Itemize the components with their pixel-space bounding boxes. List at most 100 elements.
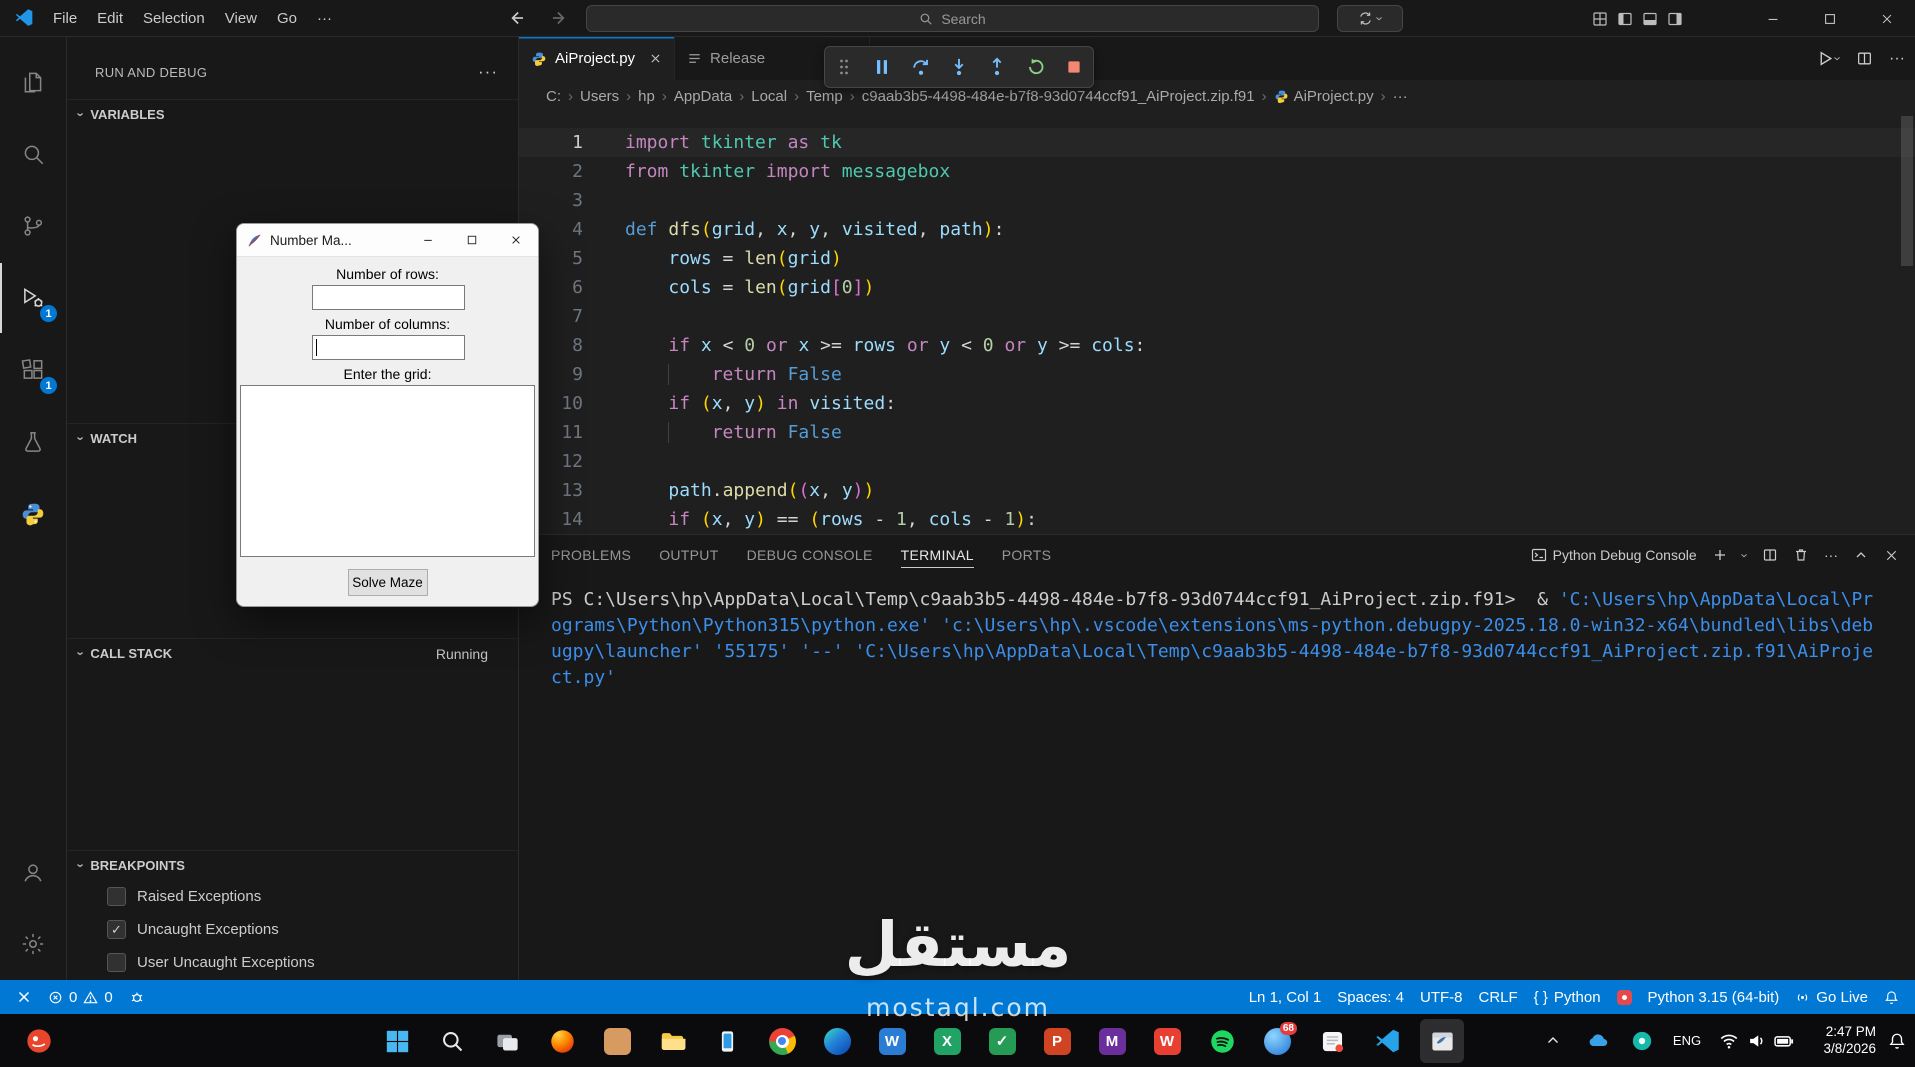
tray-language[interactable]: ENG [1668,1014,1706,1067]
remote-indicator[interactable] [8,980,40,1014]
activity-accounts[interactable] [0,837,66,907]
tab-problems[interactable]: PROBLEMS [537,535,645,575]
taskbar-file-explorer[interactable] [650,1019,694,1063]
taskbar-chrome[interactable] [760,1019,804,1063]
problems-status[interactable]: 0 0 [40,980,121,1014]
code-editor[interactable]: 1 import tkinter as tk 2 from tkinter impor… [519,112,1915,534]
drag-handle-icon[interactable] [828,51,860,83]
tab-ports[interactable]: PORTS [988,535,1065,575]
activity-explorer[interactable] [0,47,66,117]
close-panel-icon[interactable] [1884,548,1899,563]
cursor-position[interactable]: Ln 1, Col 1 [1241,980,1330,1014]
tray-battery-icon[interactable] [1770,1014,1798,1067]
editor-scrollbar[interactable] [1901,116,1913,266]
customize-layout-icon[interactable] [1592,11,1608,27]
rows-input[interactable] [312,285,465,310]
taskbar-notes[interactable] [1310,1019,1354,1063]
toggle-panel-icon[interactable] [1642,11,1658,27]
menu-edit[interactable]: Edit [88,7,132,30]
eol-setting[interactable]: CRLF [1470,980,1525,1014]
run-button[interactable]: › [1817,50,1845,67]
dialog-maximize-button[interactable] [450,224,494,256]
code-line[interactable]: 14 if (x, y) == (rows - 1, cols - 1): [519,505,1915,534]
chevron-down-icon[interactable]: › [1737,553,1752,557]
code-line[interactable]: 4 def dfs(grid, x, y, visited, path): [519,215,1915,244]
tray-wifi-icon[interactable] [1716,1014,1742,1067]
activity-python[interactable] [0,479,66,549]
code-line[interactable]: 5 rows = len(grid) [519,244,1915,273]
taskbar-firefox[interactable] [540,1019,584,1063]
section-call-stack[interactable]: › CALL STACK Running [67,638,518,668]
panel-more-button[interactable]: ··· [1824,547,1838,563]
taskbar-excel[interactable]: X [925,1019,969,1063]
breadcrumb-item[interactable]: ··· [1393,88,1408,105]
code-line[interactable]: 12 [519,447,1915,476]
extension-status-icon[interactable] [1609,980,1640,1014]
tab-debug-console[interactable]: DEBUG CONSOLE [733,535,887,575]
tray-teal-app-icon[interactable] [1628,1014,1656,1067]
taskbar-tkinter-app[interactable] [1420,1019,1464,1063]
grid-textarea[interactable] [240,385,535,557]
breadcrumb-item[interactable]: Local [751,88,787,105]
taskbar-wps[interactable]: W [1145,1019,1189,1063]
pause-button[interactable] [866,51,898,83]
new-terminal-button[interactable] [1712,547,1728,563]
dialog-minimize-button[interactable] [406,224,450,256]
breadcrumb-item[interactable]: hp [638,88,655,105]
taskbar-powerpoint[interactable]: P [1035,1019,1079,1063]
tab-aiproject[interactable]: AiProject.py [519,37,676,80]
more-actions-button[interactable]: ··· [1889,50,1905,68]
breadcrumb-item[interactable]: Users [580,88,619,105]
kill-terminal-icon[interactable] [1793,547,1809,563]
activity-source-control[interactable] [0,191,66,261]
restart-button[interactable] [1020,51,1052,83]
taskbar-phone-link[interactable] [705,1019,749,1063]
console-selector[interactable]: Python Debug Console [1531,547,1697,563]
checkbox[interactable] [107,920,126,939]
language-mode[interactable]: { } Python [1526,980,1609,1014]
taskbar-m365[interactable]: M [1090,1019,1134,1063]
taskbar-todo[interactable]: ✓ [980,1019,1024,1063]
code-line[interactable]: 3 [519,186,1915,215]
widgets-icon[interactable] [22,1014,56,1067]
taskbar-word[interactable]: W [870,1019,914,1063]
taskbar-app-tan[interactable] [595,1019,639,1063]
taskbar-spotify[interactable] [1200,1019,1244,1063]
stop-button[interactable] [1058,51,1090,83]
toggle-sidebar-icon[interactable] [1617,11,1633,27]
taskbar-vscode[interactable] [1365,1019,1409,1063]
tray-chevron-up-icon[interactable] [1540,1014,1566,1067]
activity-settings[interactable] [0,909,66,979]
section-variables[interactable]: › VARIABLES [67,99,518,129]
tab-output[interactable]: OUTPUT [645,535,732,575]
split-terminal-icon[interactable] [1762,547,1778,563]
checkbox[interactable] [107,953,126,972]
columns-input[interactable] [312,335,465,360]
taskbar-search[interactable] [430,1019,474,1063]
menu-selection[interactable]: Selection [134,7,214,30]
dialog-titlebar[interactable]: Number Ma... [237,224,538,257]
dialog-close-button[interactable] [494,224,538,256]
tray-volume-icon[interactable] [1744,1014,1770,1067]
tray-onedrive-icon[interactable] [1584,1014,1612,1067]
search-box[interactable]: Search [586,5,1319,32]
terminal[interactable]: PS C:\Users\hp\AppData\Local\Temp\c9aab3… [551,587,1907,691]
taskbar-start[interactable] [375,1019,419,1063]
tab-close-icon[interactable] [649,52,662,65]
maximize-button[interactable] [1801,0,1858,37]
breadcrumb-item[interactable]: c9aab3b5-4498-484e-b7f8-93d0744ccf91_AiP… [862,88,1255,105]
activity-search[interactable] [0,119,66,189]
tab-terminal[interactable]: TERMINAL [887,535,988,575]
solve-maze-button[interactable]: Solve Maze [347,569,428,596]
code-line[interactable]: 2 from tkinter import messagebox [519,157,1915,186]
tray-notification-bell-icon[interactable] [1884,1014,1910,1067]
tray-clock[interactable]: 2:47 PM 3/8/2026 [1800,1023,1876,1057]
notifications-bell[interactable] [1876,980,1907,1014]
encoding-setting[interactable]: UTF-8 [1412,980,1471,1014]
forward-button[interactable] [548,7,570,29]
sync-dropdown[interactable]: › [1337,5,1403,32]
toggle-secondary-sidebar-icon[interactable] [1667,11,1683,27]
breadcrumb-item[interactable]: Temp [806,88,843,105]
taskbar-badge-app[interactable]: 68 [1255,1019,1299,1063]
split-editor-icon[interactable] [1856,50,1873,67]
